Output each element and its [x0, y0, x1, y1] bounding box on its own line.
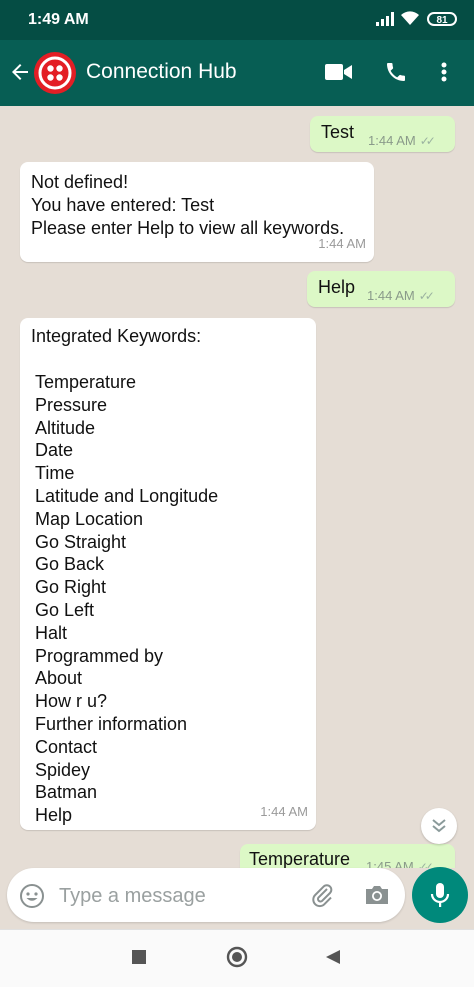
message-incoming-keywords[interactable]: Integrated Keywords: Temperature Pressur…: [20, 318, 316, 830]
message-time: 1:44 AM: [318, 236, 366, 252]
keyword-item: Temperature: [35, 372, 137, 392]
more-vert-icon[interactable]: [440, 60, 448, 89]
emoji-icon[interactable]: [19, 883, 45, 914]
keyword-item: Spidey: [35, 759, 91, 780]
keyword-item: Go Straight: [35, 531, 127, 552]
message-meta: 1:44 AM ✓✓: [367, 285, 435, 308]
system-nav-bar: [0, 929, 474, 987]
keyword-item: Date: [35, 440, 74, 461]
signal-icon: [376, 12, 394, 31]
keyword-item: Halt: [35, 622, 68, 643]
message-time: 1:44 AM: [260, 804, 308, 820]
message-outgoing[interactable]: Test 1:44 AM ✓✓: [310, 116, 455, 152]
keyword-item: Help: [35, 805, 73, 826]
message-meta: 1:44 AM ✓✓: [368, 130, 436, 153]
keyword-item: How r u?: [35, 691, 108, 712]
message-outgoing[interactable]: Help 1:44 AM ✓✓: [307, 271, 455, 307]
message-text: Temperature: [249, 849, 351, 868]
message-text: Not defined! You have entered: Test Plea…: [31, 172, 345, 238]
keyword-item: Contact: [35, 736, 98, 757]
battery-icon: 81: [427, 12, 457, 26]
message-time: 1:44 AM: [367, 288, 415, 303]
message-outgoing[interactable]: Temperature 1:45 AM ✓✓: [240, 844, 455, 868]
message-text: Help: [318, 277, 356, 297]
message-composer: [7, 868, 405, 922]
keyword-item: Go Back: [35, 554, 105, 575]
keyword-item: Pressure: [35, 394, 108, 415]
double-check-icon: ✓✓: [417, 860, 434, 868]
message-incoming[interactable]: Not defined! You have entered: Test Plea…: [20, 162, 374, 262]
back-arrow-icon[interactable]: [8, 60, 32, 89]
contact-name[interactable]: Connection Hub: [86, 60, 237, 84]
message-text: Test: [321, 122, 355, 142]
keyword-item: Latitude and Longitude: [35, 485, 219, 506]
keyword-item: Time: [35, 463, 75, 484]
twilio-logo-icon: [38, 56, 72, 90]
keyword-item: About: [35, 668, 83, 689]
mic-button[interactable]: [412, 867, 468, 923]
keyword-list: Temperature Pressure Altitude Date Time …: [35, 371, 218, 827]
nav-home-icon[interactable]: [226, 946, 248, 973]
avatar[interactable]: [34, 52, 76, 94]
nav-recents-icon[interactable]: [130, 948, 148, 971]
double-check-icon: ✓✓: [419, 134, 436, 148]
keyword-item: Batman: [35, 782, 98, 803]
chat-area[interactable]: Test 1:44 AM ✓✓ Not defined! You have ent…: [0, 106, 474, 868]
keyword-item: Programmed by: [35, 645, 164, 666]
keyword-item: Map Location: [35, 508, 144, 529]
phone-icon[interactable]: [384, 60, 408, 89]
message-input[interactable]: [57, 880, 301, 912]
keyword-item: Go Left: [35, 599, 95, 620]
keyword-item: Altitude: [35, 417, 96, 438]
keywords-heading: Integrated Keywords:: [31, 326, 202, 346]
scroll-down-button[interactable]: [421, 808, 457, 844]
message-time: 1:45 AM: [366, 859, 414, 868]
attach-icon[interactable]: [310, 882, 336, 913]
message-time: 1:44 AM: [368, 133, 416, 148]
camera-icon[interactable]: [363, 882, 391, 913]
keyword-item: Go Right: [35, 577, 107, 598]
chat-header: Connection Hub: [0, 40, 474, 106]
status-bar: 1:49 AM 81: [0, 0, 474, 40]
video-call-icon[interactable]: [325, 62, 353, 87]
scroll-down-icon: [432, 819, 446, 833]
nav-back-icon[interactable]: [324, 948, 342, 971]
wifi-icon: [400, 10, 420, 31]
keyword-item: Further information: [35, 713, 188, 734]
message-meta: 1:45 AM ✓✓: [366, 856, 434, 868]
mic-icon: [430, 883, 450, 907]
double-check-icon: ✓✓: [418, 289, 435, 303]
status-time: 1:49 AM: [28, 11, 89, 28]
